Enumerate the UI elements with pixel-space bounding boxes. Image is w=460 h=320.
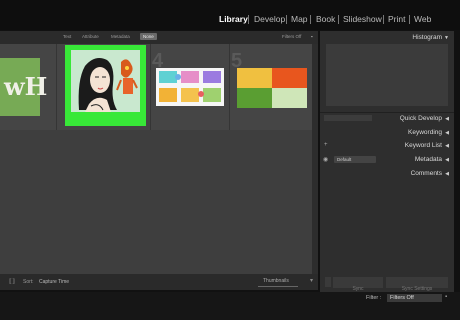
divider	[320, 112, 454, 113]
grid-cell-selected[interactable]	[58, 44, 151, 130]
sync-settings-button[interactable]: Sync Settings	[386, 277, 448, 292]
sync-toggle[interactable]	[325, 277, 331, 287]
thumbnail[interactable]	[71, 50, 140, 112]
expand-triangle-icon[interactable]: ◀	[445, 171, 449, 177]
module-separator	[248, 15, 249, 24]
histogram-header[interactable]: Histogram	[412, 34, 442, 41]
filter-dropdown[interactable]: Filters Off	[387, 294, 442, 302]
filter-tab-metadata[interactable]: Metadata	[111, 34, 130, 39]
expand-triangle-icon[interactable]: ◀	[445, 157, 449, 163]
sync-button[interactable]: Sync	[333, 277, 383, 292]
thumbnail[interactable]: wH	[0, 58, 47, 116]
expand-triangle-icon[interactable]: ◀	[445, 130, 449, 136]
grid-scrollbar[interactable]	[312, 44, 318, 274]
saved-preset-bar[interactable]	[324, 115, 372, 121]
right-panel: Histogram ▼ Quick Develop ◀ Keywording ◀…	[320, 31, 454, 293]
thumbnail[interactable]	[156, 68, 224, 106]
collapse-triangle-icon[interactable]: ▼	[444, 35, 449, 41]
module-book[interactable]: Book	[316, 14, 335, 24]
view-mode-icon[interactable]: ⟦⟧	[9, 278, 15, 285]
bottom-toolbar: ⟦⟧ Sort: Capture Time Thumbnails ▾	[0, 274, 318, 290]
filter-dropdown-value: Filters Off	[390, 295, 414, 301]
filmstrip-bar: Filter : Filters Off ▪	[0, 292, 460, 320]
add-keyword-icon[interactable]: +	[324, 142, 328, 148]
color-blocks-illustration	[237, 68, 307, 108]
metadata-preset-value: Default	[337, 157, 352, 162]
module-separator	[310, 15, 311, 24]
module-separator	[383, 15, 384, 24]
cell-number: 4	[152, 50, 164, 72]
filter-tab-text[interactable]: Text	[63, 34, 71, 39]
module-slideshow[interactable]: Slideshow	[343, 14, 382, 24]
keyword-list-header[interactable]: Keyword List	[405, 142, 442, 149]
filter-label: Filter :	[366, 295, 382, 301]
quick-develop-header[interactable]: Quick Develop	[400, 115, 442, 122]
module-web[interactable]: Web	[414, 14, 431, 24]
histogram-display	[326, 44, 448, 106]
module-separator	[338, 15, 339, 24]
thumbnail-text: wH	[4, 72, 48, 101]
diagram-illustration	[159, 71, 221, 102]
expand-triangle-icon[interactable]: ◀	[445, 143, 449, 149]
sort-dropdown[interactable]: Capture Time	[39, 279, 69, 285]
library-filter-bar: Text Attribute Metadata None Filters Off…	[0, 31, 318, 45]
module-separator	[409, 15, 410, 24]
filter-tab-attribute[interactable]: Attribute	[82, 34, 99, 39]
thumbnails-label: Thumbnails	[263, 278, 289, 284]
filters-off-dropdown[interactable]: Filters Off	[282, 34, 301, 39]
module-bar: Library Develop Map Book Slideshow Print…	[0, 0, 460, 30]
module-print[interactable]: Print	[388, 14, 405, 24]
grid-cell[interactable]: wH	[0, 44, 57, 130]
portrait-illustration	[71, 50, 140, 112]
toolbar-menu-icon[interactable]: ▾	[310, 277, 313, 284]
metadata-header[interactable]: Metadata	[415, 156, 442, 163]
comments-header[interactable]: Comments	[411, 170, 442, 177]
module-develop[interactable]: Develop	[254, 14, 285, 24]
keywording-header[interactable]: Keywording	[408, 129, 442, 136]
grid-cell[interactable]: 5	[230, 44, 318, 130]
grid-view: wH 5 4	[0, 44, 318, 130]
thumbnail[interactable]	[237, 68, 307, 108]
lock-icon[interactable]: ▪	[311, 34, 313, 39]
filter-switch-icon[interactable]: ▪	[445, 294, 447, 300]
module-library[interactable]: Library	[219, 14, 248, 24]
filter-tab-none[interactable]: None	[140, 33, 157, 40]
sort-label: Sort:	[23, 279, 34, 285]
grid-empty-area	[0, 130, 318, 274]
thumbnail-size-slider[interactable]	[258, 286, 298, 287]
expand-triangle-icon[interactable]: ◀	[445, 116, 449, 122]
module-map[interactable]: Map	[291, 14, 308, 24]
eye-icon[interactable]: ◉	[323, 156, 328, 163]
metadata-preset-dropdown[interactable]: Default	[334, 156, 376, 163]
module-separator	[286, 15, 287, 24]
